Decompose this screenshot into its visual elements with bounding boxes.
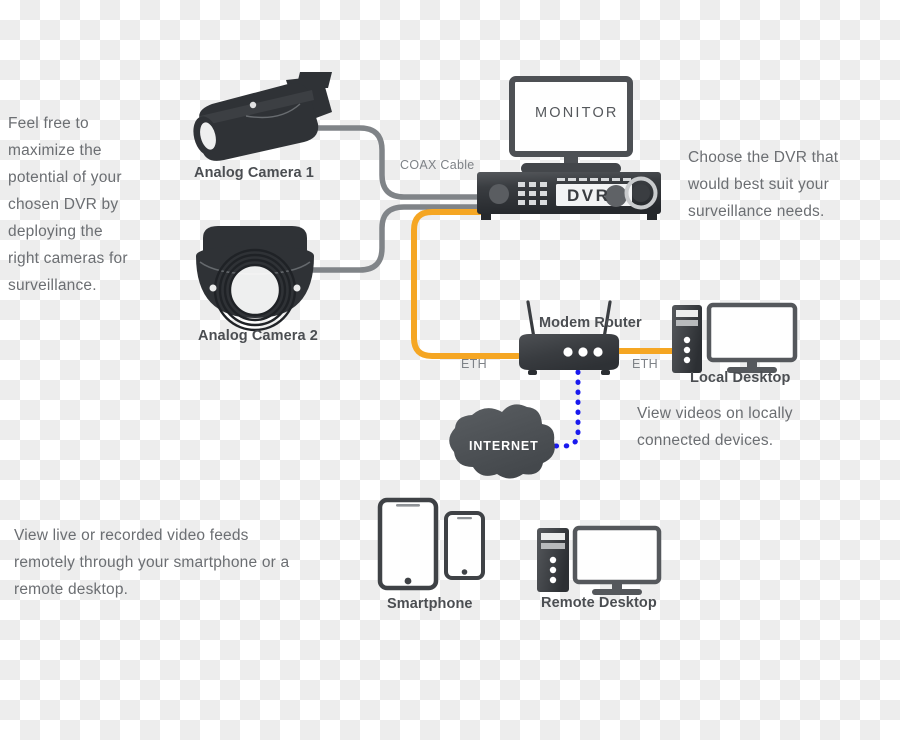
label-eth-cable-right: ETH	[632, 357, 658, 371]
paragraph-left-bottom-line-2: remotely through your smartphone or a	[14, 554, 290, 571]
coax-cable-camera2	[309, 204, 495, 273]
diagram-canvas: Feel free to maximize the potential of y…	[0, 0, 900, 740]
monitor-icon	[509, 76, 633, 174]
paragraph-left-top-line-7: surveillance.	[8, 277, 97, 294]
remote-desktop-icon	[537, 525, 662, 595]
paragraph-right-top-line-3: surveillance needs.	[688, 203, 825, 220]
analog-camera-1-icon	[193, 72, 332, 161]
dvr-display-label: DVR	[567, 186, 611, 205]
paragraph-left-bottom-line-1: View live or recorded video feeds	[14, 527, 249, 544]
paragraph-left-top-line-5: deploying the	[8, 223, 103, 240]
paragraph-left-top-line-6: right cameras for	[8, 250, 128, 267]
paragraph-left-bottom-line-3: remote desktop.	[14, 581, 129, 598]
paragraph-right-top-line-2: would best suit your	[688, 176, 829, 193]
smartphone-icon	[377, 497, 485, 591]
paragraph-right-top-line-1: Choose the DVR that	[688, 149, 839, 166]
label-modem-router: Modem Router	[539, 315, 642, 331]
label-local-desktop: Local Desktop	[690, 370, 791, 386]
label-analog-camera-2: Analog Camera 2	[198, 328, 318, 344]
local-desktop-icon	[672, 302, 798, 373]
monitor-screen-label: MONITOR	[535, 105, 619, 121]
label-eth-cable-left: ETH	[461, 357, 487, 371]
paragraph-left-bottom: View live or recorded video feeds remote…	[14, 522, 354, 603]
paragraph-left-top-line-3: potential of your	[8, 169, 122, 186]
label-coax-cable: COAX Cable	[400, 158, 475, 172]
analog-camera-2-icon	[196, 226, 314, 332]
label-remote-desktop: Remote Desktop	[541, 595, 657, 611]
paragraph-left-top: Feel free to maximize the potential of y…	[8, 110, 160, 299]
paragraph-right-middle: View videos on locally connected devices…	[637, 400, 889, 454]
paragraph-left-top-line-1: Feel free to	[8, 115, 89, 132]
eth-cable-dvr-router	[411, 209, 521, 359]
paragraph-right-middle-line-2: connected devices.	[637, 432, 774, 449]
paragraph-left-top-line-2: maximize the	[8, 142, 102, 159]
label-analog-camera-1: Analog Camera 1	[194, 165, 314, 181]
paragraph-right-middle-line-1: View videos on locally	[637, 405, 793, 422]
modem-router-icon	[519, 300, 619, 375]
label-smartphone: Smartphone	[387, 596, 473, 612]
internet-cloud-label: INTERNET	[469, 439, 539, 453]
paragraph-left-top-line-4: chosen DVR by	[8, 196, 119, 213]
paragraph-right-top: Choose the DVR that would best suit your…	[688, 144, 884, 225]
